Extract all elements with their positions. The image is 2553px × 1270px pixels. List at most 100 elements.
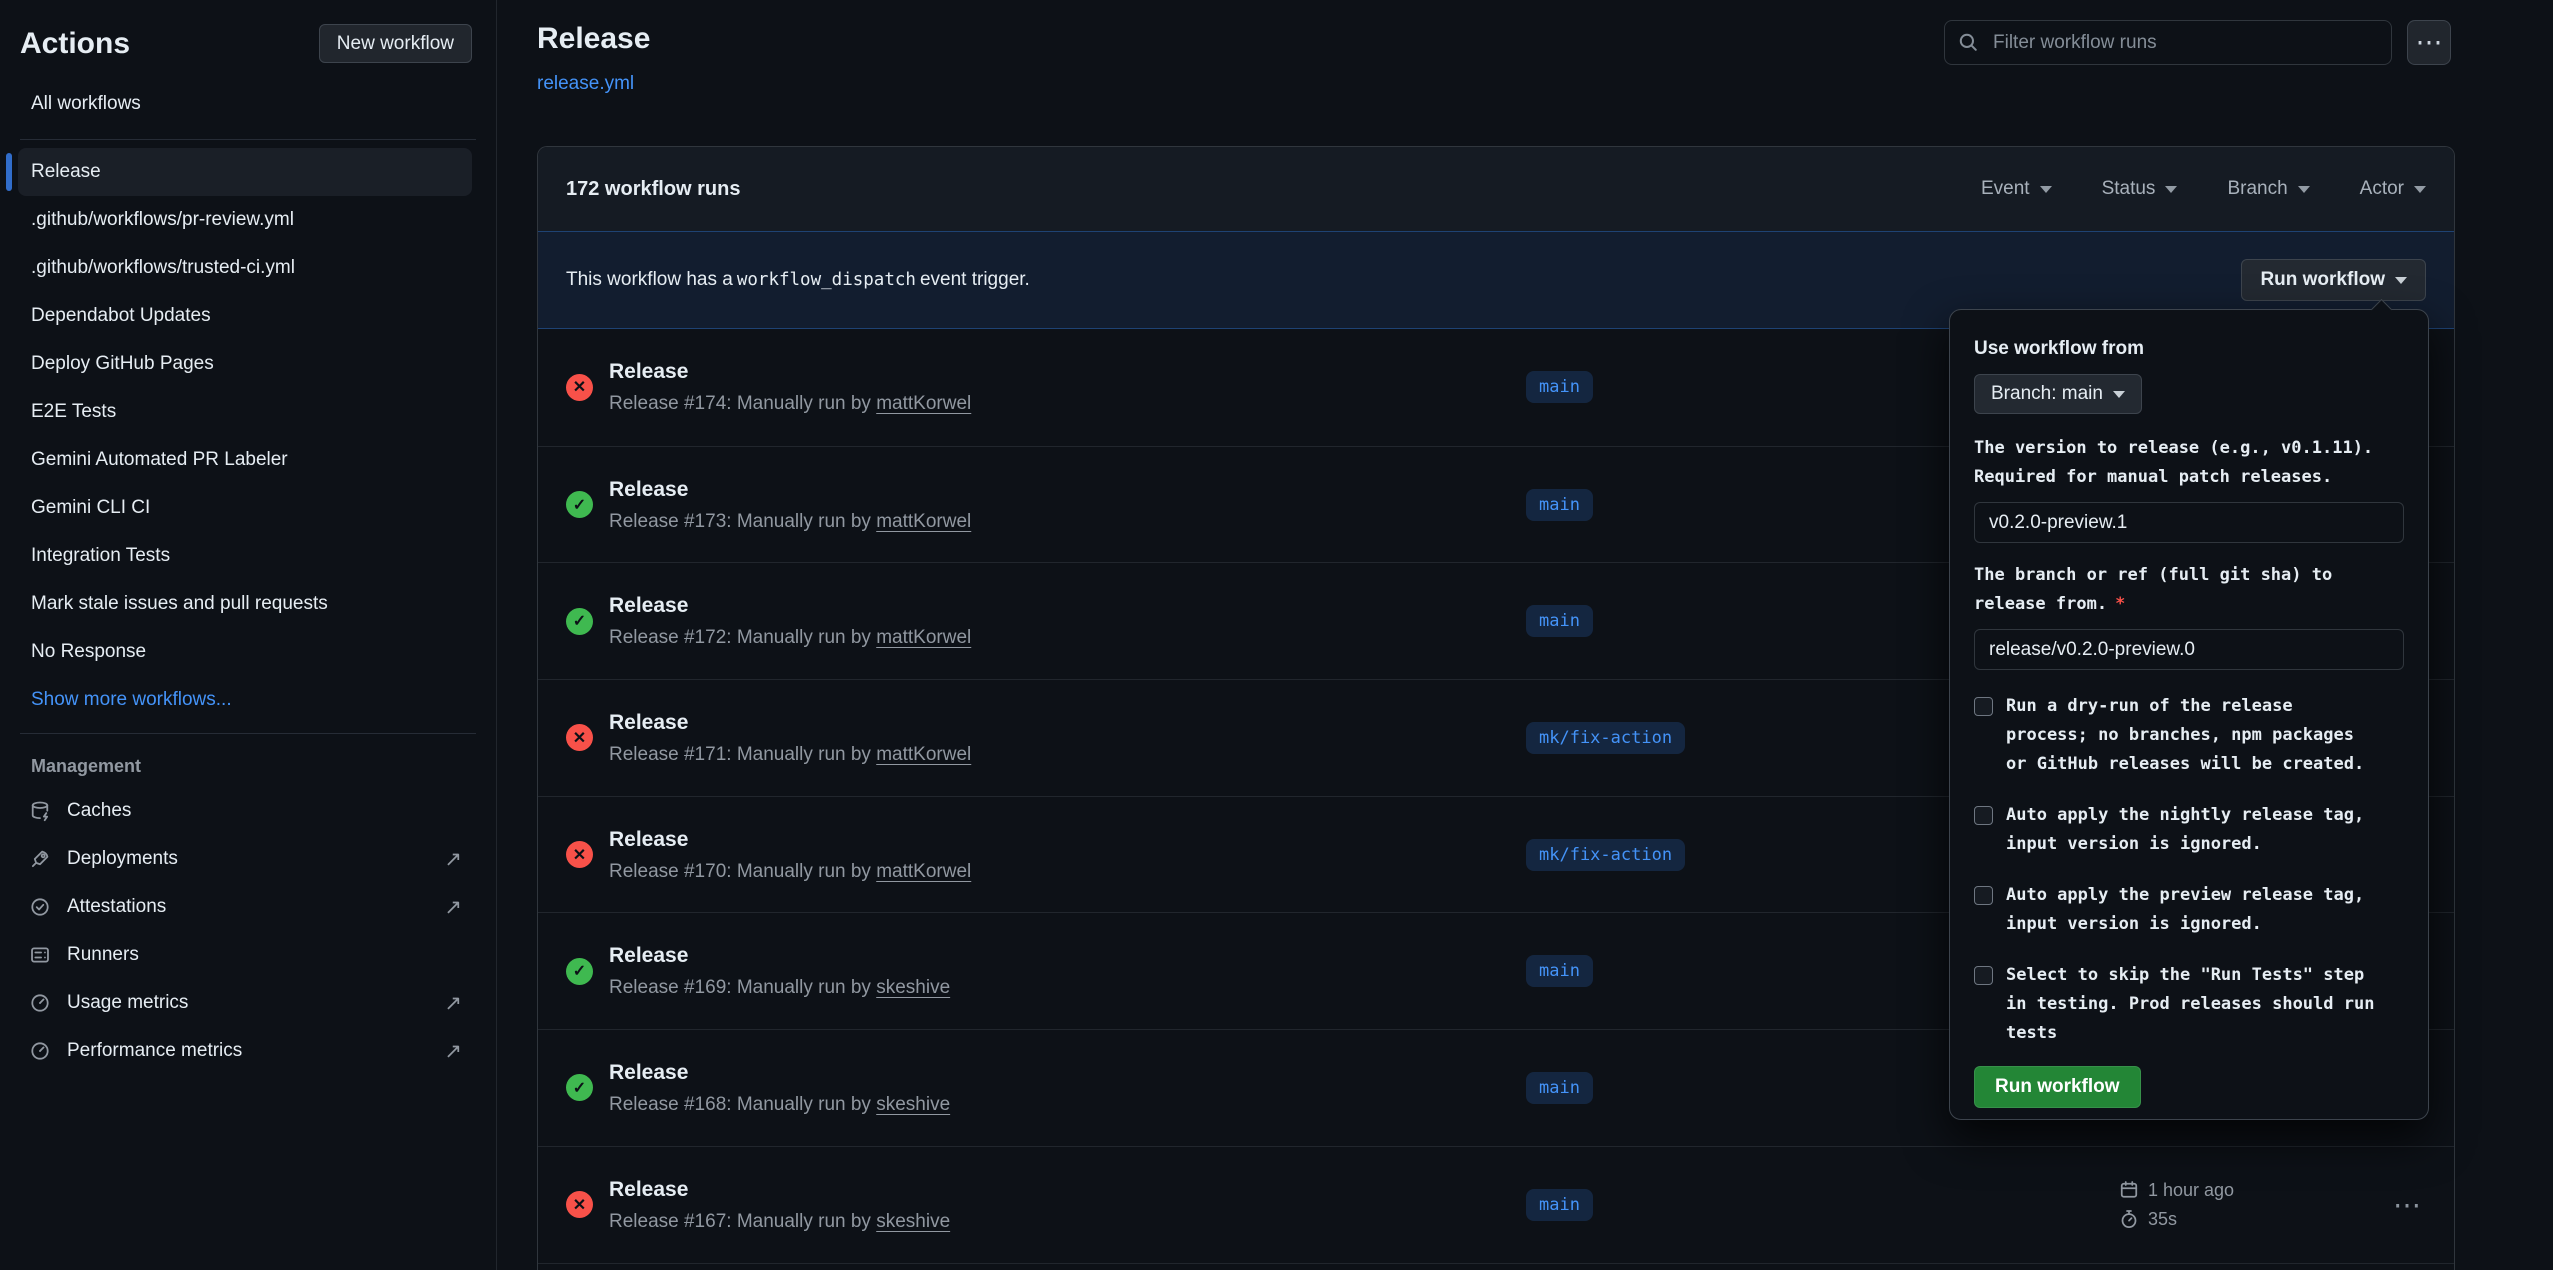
run-workflow-popup: Use workflow from Branch: main The versi… [1949,309,2429,1120]
sidebar-workflow-item[interactable]: Dependabot Updates [18,292,472,340]
checkbox[interactable] [1974,697,1993,716]
branch-badge[interactable]: main [1526,371,1593,403]
run-title[interactable]: Release [609,827,971,853]
sidebar-item-deployments[interactable]: Deployments ↗ [28,835,462,883]
workflow-item-label: Gemini CLI CI [31,497,150,519]
sidebar-item-all-workflows[interactable]: All workflows [31,93,496,115]
branch-selector-button[interactable]: Branch: main [1974,374,2142,414]
checkbox[interactable] [1974,886,1993,905]
sidebar-item-caches[interactable]: Caches [28,787,462,835]
run-title[interactable]: Release [609,359,971,385]
actor-link[interactable]: skeshive [876,977,950,998]
branch-badge[interactable]: main [1526,1189,1593,1221]
management-item-label: Caches [67,800,131,822]
run-description: Release #167: Manually run by skeshive [609,1211,950,1233]
sidebar-workflow-item[interactable]: Gemini Automated PR Labeler [18,436,472,484]
ref-input[interactable] [1974,629,2404,670]
run-title[interactable]: Release [609,593,971,619]
branch-badge[interactable]: mk/fix-action [1526,722,1685,754]
sidebar-workflow-item[interactable]: .github/workflows/pr-review.yml [18,196,472,244]
actor-link[interactable]: mattKorwel [876,627,971,648]
sidebar-item-performance-metrics[interactable]: Performance metrics ↗ [28,1027,462,1075]
workflow-run-row[interactable]: Release Release #167: Manually run by sk… [538,1146,2454,1263]
cache-icon [28,799,52,823]
sidebar-workflow-item[interactable]: Show more workflows... [18,676,472,724]
sidebar-item-runners[interactable]: Runners [28,931,462,979]
branch-badge[interactable]: mk/fix-action [1526,839,1685,871]
sidebar-workflow-item[interactable]: E2E Tests [18,388,472,436]
run-description: Release #174: Manually run by mattKorwel [609,393,971,415]
branch-badge[interactable]: main [1526,955,1593,987]
server-icon [28,943,52,967]
version-input[interactable] [1974,502,2404,543]
checkbox[interactable] [1974,966,1993,985]
sidebar-workflow-item[interactable]: Deploy GitHub Pages [18,340,472,388]
checkbox-label: Select to skip the "Run Tests" step in t… [2006,961,2374,1048]
banner-code: workflow_dispatch [737,270,916,290]
chevron-down-icon [2165,186,2177,193]
checkbox-row: Auto apply the nightly release tag, inpu… [1974,801,2404,859]
workflow-item-label: Show more workflows... [31,689,232,711]
actor-link[interactable]: skeshive [876,1211,950,1232]
filter-dropdown-label: Branch [2227,178,2287,200]
branch-badge[interactable]: main [1526,605,1593,637]
run-description: Release #173: Manually run by mattKorwel [609,511,971,533]
new-workflow-button[interactable]: New workflow [319,24,472,63]
run-title[interactable]: Release [609,710,971,736]
checkbox-row: Select to skip the "Run Tests" step in t… [1974,961,2404,1048]
actor-link[interactable]: skeshive [876,1094,950,1115]
chevron-down-icon [2113,391,2125,398]
checkbox-label: Run a dry-run of the release process; no… [2006,692,2364,779]
calendar-icon [2119,1180,2139,1200]
run-description: Release #172: Manually run by mattKorwel [609,627,971,649]
run-title[interactable]: Release [609,1177,950,1203]
workflow-file-link[interactable]: release.yml [537,73,634,95]
workflow-item-label: No Response [31,641,146,663]
run-title[interactable]: Release [609,477,971,503]
branch-badge[interactable]: main [1526,489,1593,521]
sidebar-item-usage-metrics[interactable]: Usage metrics ↗ [28,979,462,1027]
sidebar-workflow-item[interactable]: Gemini CLI CI [18,484,472,532]
management-list: Caches Deployments ↗ Attestations ↗ Runn… [0,787,496,1075]
actor-link[interactable]: mattKorwel [876,861,971,882]
run-status-icon [566,841,593,868]
run-workflow-submit-button[interactable]: Run workflow [1974,1066,2141,1108]
run-meta: 1 hour ago 35s [2119,1180,2234,1230]
management-item-label: Usage metrics [67,992,188,1014]
workflow-options-kebab-button[interactable]: ⋯ [2407,20,2451,65]
filter-workflow-runs [1944,20,2392,65]
runs-count: 172 workflow runs [566,178,741,201]
external-link-icon: ↗ [444,895,462,920]
sidebar-workflow-item[interactable]: Mark stale issues and pull requests [18,580,472,628]
management-item-label: Performance metrics [67,1040,242,1062]
run-title[interactable]: Release [609,943,950,969]
chevron-down-icon [2040,186,2052,193]
actor-link[interactable]: mattKorwel [876,393,971,414]
run-workflow-dropdown-button[interactable]: Run workflow [2241,259,2426,301]
actor-link[interactable]: mattKorwel [876,744,971,765]
filter-workflow-runs-input[interactable] [1944,20,2392,65]
sidebar-item-attestations[interactable]: Attestations ↗ [28,883,462,931]
filter-dropdown[interactable]: Actor [2360,178,2426,200]
management-item-label: Deployments [67,848,178,870]
workflow-item-label: .github/workflows/pr-review.yml [31,209,294,231]
run-options-kebab[interactable]: ⋯ [2393,1188,2421,1221]
sidebar-workflow-item[interactable]: No Response [18,628,472,676]
actions-sidebar: Actions New workflow All workflows Relea… [0,0,497,1270]
workflow-item-label: .github/workflows/trusted-ci.yml [31,257,295,279]
sidebar-workflow-item[interactable]: Integration Tests [18,532,472,580]
branch-badge[interactable]: main [1526,1072,1593,1104]
run-status-icon [566,608,593,635]
filter-dropdown-label: Event [1981,178,2030,200]
checkbox[interactable] [1974,806,1993,825]
filter-dropdown[interactable]: Event [1981,178,2052,200]
sidebar-divider [20,733,476,734]
filter-dropdown[interactable]: Branch [2227,178,2309,200]
checkbox-row: Run a dry-run of the release process; no… [1974,692,2404,779]
sidebar-workflow-item[interactable]: Release [18,148,472,196]
filter-dropdown[interactable]: Status [2102,178,2178,200]
actor-link[interactable]: mattKorwel [876,511,971,532]
run-title[interactable]: Release [609,1060,950,1086]
run-time: 1 hour ago [2148,1180,2234,1201]
sidebar-workflow-item[interactable]: .github/workflows/trusted-ci.yml [18,244,472,292]
